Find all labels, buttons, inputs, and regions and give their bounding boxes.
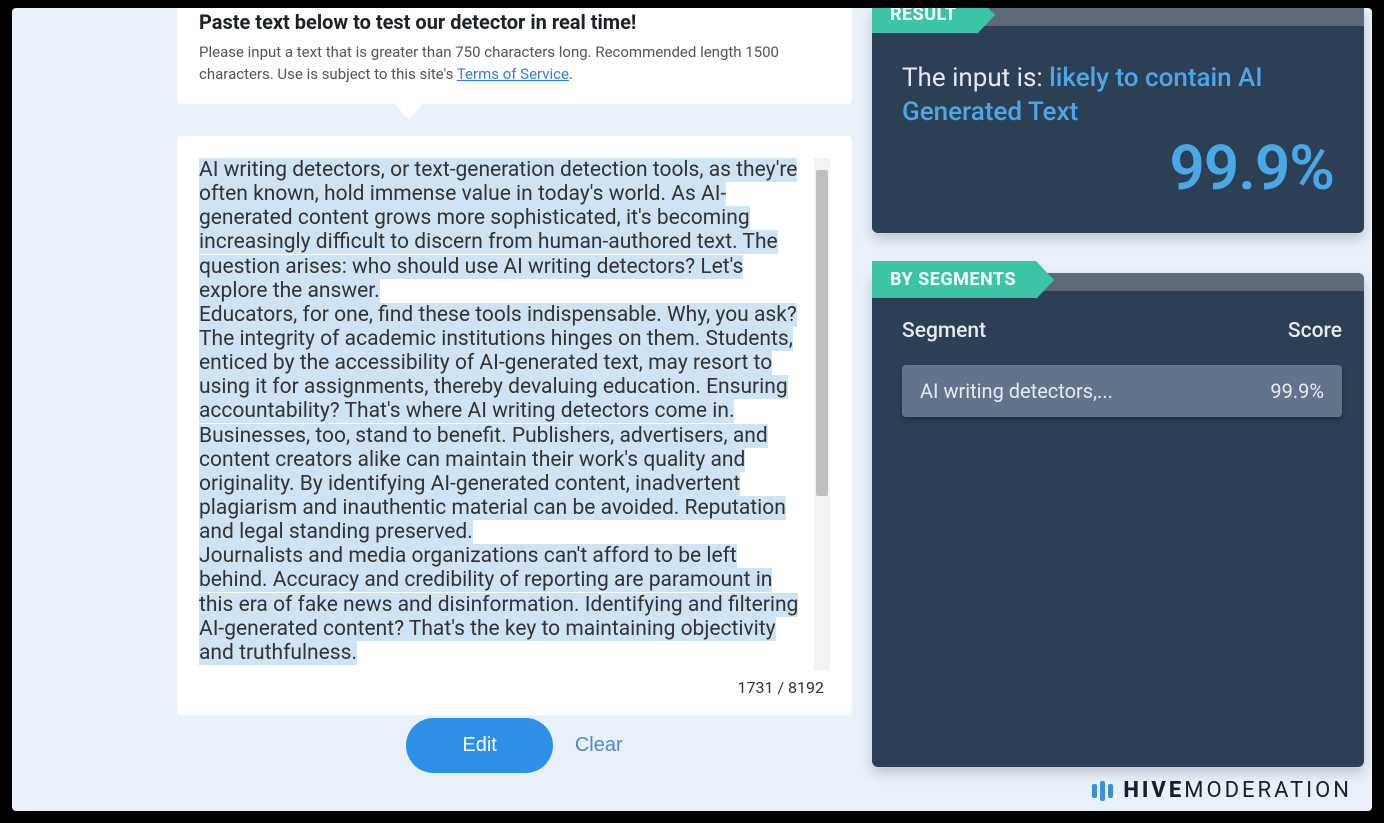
- text-paragraph-4: Journalists and media organizations can'…: [199, 544, 798, 665]
- result-line: The input is: likely to contain AI Gener…: [902, 62, 1334, 130]
- action-buttons: Edit Clear: [177, 718, 852, 773]
- instructions-card: Paste text below to test our detector in…: [177, 8, 852, 104]
- scrollbar-thumb[interactable]: [816, 170, 828, 496]
- brand-text: HIVEMODERATION: [1123, 778, 1352, 803]
- text-paragraph-2: Educators, for one, find these tools ind…: [199, 303, 797, 424]
- instructions-body: Please input a text that is greater than…: [199, 42, 830, 86]
- result-percentage: 99.9%: [902, 132, 1334, 205]
- segment-row-score: 99.9%: [1270, 379, 1324, 403]
- left-column: Paste text below to test our detector in…: [177, 8, 852, 104]
- text-paragraph-1: AI writing detectors, or text-generation…: [199, 158, 797, 303]
- app-viewport: Paste text below to test our detector in…: [12, 8, 1372, 811]
- segments-header: Segment Score: [902, 319, 1342, 343]
- text-content: AI writing detectors, or text-generation…: [199, 158, 809, 665]
- edit-button[interactable]: Edit: [406, 718, 552, 773]
- segments-header-segment: Segment: [902, 319, 986, 343]
- result-tab-label: RESULT: [872, 8, 977, 33]
- result-panel: RESULT The input is: likely to contain A…: [872, 8, 1364, 233]
- result-tab-strip: RESULT: [872, 8, 1364, 26]
- scrollbar-track[interactable]: [814, 158, 830, 670]
- segment-row[interactable]: AI writing detectors,... 99.9%: [902, 365, 1342, 417]
- segments-tab-label: BY SEGMENTS: [872, 261, 1036, 298]
- speech-bubble-tip-icon: [395, 104, 423, 120]
- character-count: 1731 / 8192: [199, 678, 830, 697]
- result-prefix: The input is:: [902, 63, 1049, 93]
- terms-of-service-link[interactable]: Terms of Service: [457, 65, 569, 83]
- right-column: RESULT The input is: likely to contain A…: [872, 8, 1364, 767]
- text-area[interactable]: AI writing detectors, or text-generation…: [199, 158, 830, 670]
- brand-logo: HIVEMODERATION: [1092, 778, 1352, 803]
- text-input-card: AI writing detectors, or text-generation…: [177, 136, 852, 715]
- segments-header-score: Score: [1288, 319, 1342, 343]
- segment-row-label: AI writing detectors,...: [920, 379, 1113, 403]
- instructions-body-end: .: [569, 65, 573, 83]
- segments-tab-strip: BY SEGMENTS: [872, 273, 1364, 291]
- text-paragraph-3: Businesses, too, stand to benefit. Publi…: [199, 424, 786, 545]
- segments-panel: BY SEGMENTS Segment Score AI writing det…: [872, 273, 1364, 767]
- result-body: The input is: likely to contain AI Gener…: [872, 26, 1364, 215]
- brand-bold: HIVE: [1123, 778, 1184, 803]
- clear-button[interactable]: Clear: [575, 734, 623, 757]
- brand-thin: MODERATION: [1184, 778, 1352, 803]
- hive-bars-icon: [1092, 781, 1113, 801]
- segments-body: Segment Score AI writing detectors,... 9…: [872, 291, 1364, 427]
- instructions-title: Paste text below to test our detector in…: [199, 10, 830, 34]
